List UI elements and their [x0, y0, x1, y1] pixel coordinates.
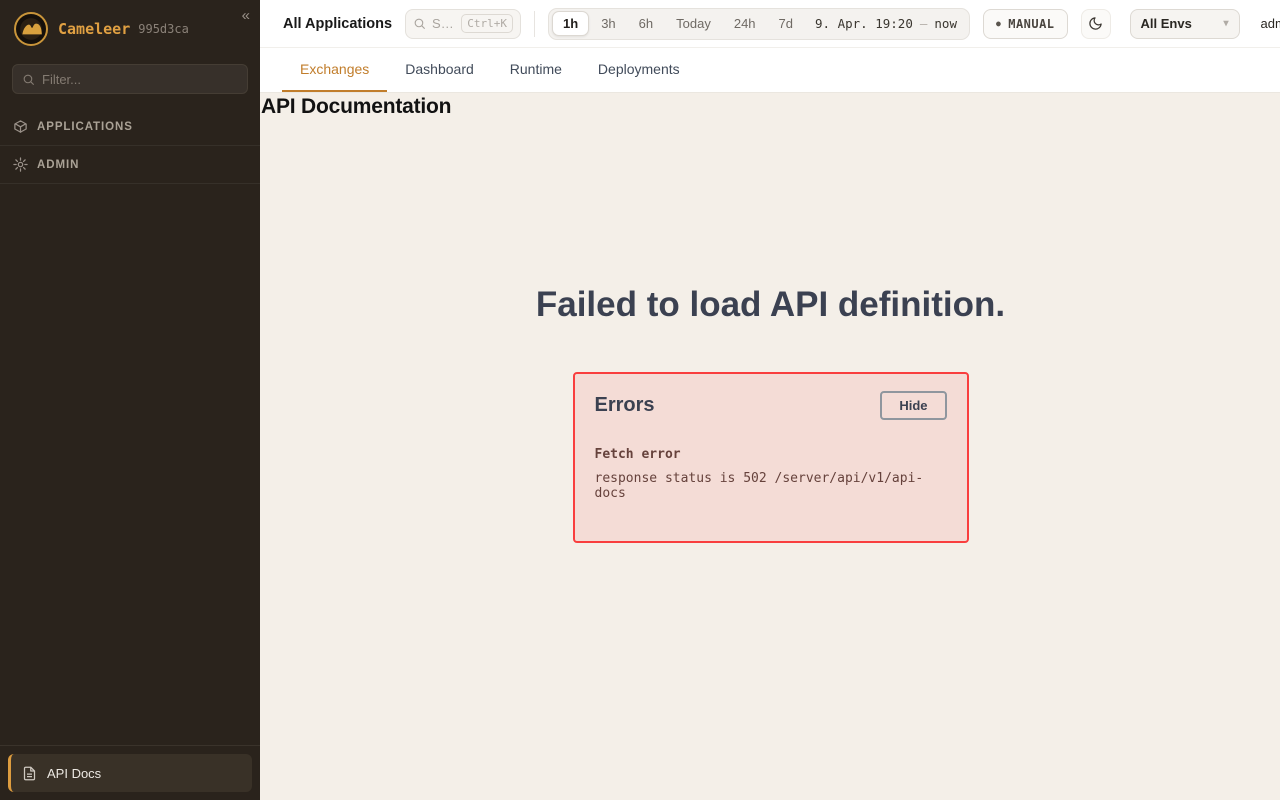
tab-label: Exchanges [300, 61, 369, 77]
environment-select-value: All Envs [1141, 16, 1192, 31]
refresh-mode-label: MANUAL [1008, 17, 1054, 31]
sidebar-header: Cameleer 995d3ca « [0, 0, 260, 58]
time-range-6h[interactable]: 6h [628, 11, 664, 36]
user-menu[interactable]: admin [1261, 16, 1280, 31]
swagger-error-section: Failed to load API definition. Errors Hi… [261, 285, 1280, 543]
sidebar-item-label: APPLICATIONS [37, 121, 133, 133]
gear-icon [13, 157, 28, 172]
tab-runtime[interactable]: Runtime [492, 48, 580, 92]
cameleer-logo-icon [14, 12, 48, 46]
sidebar-collapse-icon[interactable]: « [242, 8, 250, 23]
refresh-mode-button[interactable]: ● MANUAL [983, 9, 1068, 39]
errors-panel-header: Errors Hide [595, 391, 947, 420]
document-icon [22, 766, 37, 781]
main-content: API Documentation Failed to load API def… [260, 93, 1280, 800]
time-range-7d[interactable]: 7d [768, 11, 804, 36]
dark-mode-toggle[interactable] [1081, 9, 1111, 39]
page-title: API Documentation [261, 95, 1280, 119]
sidebar-footer: API Docs [0, 745, 260, 800]
error-name: Fetch error [595, 447, 947, 462]
environment-select[interactable]: All Envs ▾ [1130, 9, 1240, 39]
time-from: 9. Apr. 19:20 [815, 16, 913, 31]
search-placeholder: S… [432, 16, 454, 31]
time-range-1h[interactable]: 1h [552, 11, 589, 36]
search-shortcut-kbd: Ctrl+K [461, 14, 513, 33]
tab-dashboard[interactable]: Dashboard [387, 48, 492, 92]
tab-label: Dashboard [405, 61, 474, 77]
moon-icon [1088, 16, 1103, 31]
tab-label: Deployments [598, 61, 680, 77]
brand-id: 995d3ca [138, 22, 189, 36]
sidebar: Cameleer 995d3ca « APPLICATIONS ADMIN AP… [0, 0, 260, 800]
brand-name: Cameleer [58, 20, 130, 38]
sidebar-item-label: API Docs [47, 766, 101, 781]
topbar: All Applications S… Ctrl+K 1h 3h 6h Toda… [260, 0, 1280, 48]
sidebar-item-api-docs[interactable]: API Docs [8, 754, 252, 792]
time-separator: — [920, 16, 928, 31]
errors-panel: Errors Hide Fetch error response status … [573, 372, 969, 543]
tab-exchanges[interactable]: Exchanges [282, 48, 387, 92]
section-tabs: Exchanges Dashboard Runtime Deployments [260, 48, 1280, 93]
page-context-title: All Applications [283, 16, 392, 32]
tab-label: Runtime [510, 61, 562, 77]
time-to: now [934, 16, 957, 31]
time-range-picker: 1h 3h 6h Today 24h 7d 9. Apr. 19:20 — no… [548, 8, 970, 40]
app-window: Cameleer 995d3ca « APPLICATIONS ADMIN AP… [0, 0, 1280, 800]
sidebar-item-admin[interactable]: ADMIN [0, 146, 260, 184]
hide-errors-button[interactable]: Hide [880, 391, 946, 420]
content-column: All Applications S… Ctrl+K 1h 3h 6h Toda… [260, 0, 1280, 800]
time-range-24h[interactable]: 24h [723, 11, 767, 36]
topbar-divider [534, 11, 535, 37]
sidebar-item-label: ADMIN [37, 159, 79, 171]
global-search[interactable]: S… Ctrl+K [405, 9, 521, 39]
package-icon [13, 119, 28, 134]
time-range-today[interactable]: Today [665, 11, 722, 36]
status-dot-icon: ● [996, 19, 1001, 28]
swagger-fail-message: Failed to load API definition. [261, 285, 1280, 325]
search-icon [413, 17, 426, 30]
sidebar-filter[interactable] [12, 64, 248, 94]
errors-panel-title: Errors [595, 394, 655, 417]
tab-deployments[interactable]: Deployments [580, 48, 698, 92]
error-detail: response status is 502 /server/api/v1/ap… [595, 471, 947, 501]
time-range-3h[interactable]: 3h [590, 11, 626, 36]
time-range-display[interactable]: 9. Apr. 19:20 — now [815, 16, 957, 31]
search-icon [22, 73, 35, 86]
sidebar-item-applications[interactable]: APPLICATIONS [0, 108, 260, 146]
filter-input[interactable] [42, 72, 238, 87]
chevron-down-icon: ▾ [1223, 18, 1228, 29]
